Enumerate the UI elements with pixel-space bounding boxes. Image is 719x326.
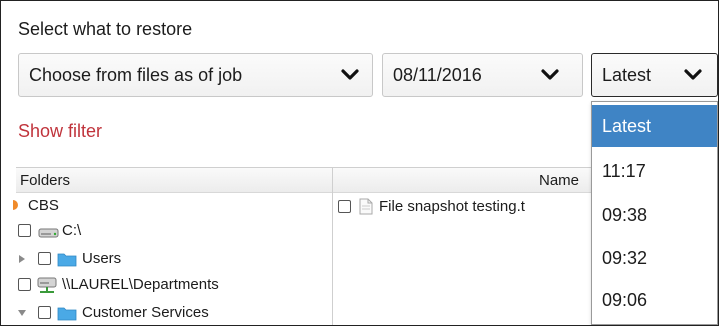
date-value: 08/11/2016 [393,65,482,85]
name-column-header[interactable]: Name [333,168,633,193]
file-name: File snapshot testing.t [379,198,525,215]
time-option-1117[interactable]: 11:17 [592,150,717,192]
restore-mode-value: Choose from files as of job [29,65,243,85]
tree-item-label: \\LAUREL\Departments [62,276,219,293]
tree-item-label: Users [82,250,122,267]
restore-mode-select[interactable]: Choose from files as of job [18,53,373,97]
time-option-label: 09:38 [602,205,648,225]
folders-column-header[interactable]: Folders [16,168,332,193]
folder-icon [57,253,77,267]
tree-item-customer-services[interactable]: Customer Services [16,302,316,324]
tree-item-label: C:\ [62,222,82,239]
status-dot-icon [13,200,18,210]
file-row[interactable]: File snapshot testing.t [333,196,633,218]
customer-services-checkbox[interactable] [38,306,51,319]
tree-item-label: CBS [28,197,59,214]
collapse-arrow-icon[interactable] [17,309,27,317]
tree-item-drive-c[interactable]: C:\ [16,220,316,242]
chevron-down-icon [541,69,559,80]
folder-icon [57,307,77,321]
time-option-latest[interactable]: Latest [592,105,717,147]
time-option-0938[interactable]: 09:38 [592,194,717,236]
panel-title: Select what to restore [18,19,193,39]
time-option-0932[interactable]: 09:32 [592,237,717,279]
tree-item-users[interactable]: Users [16,248,316,270]
time-dropdown-list: Latest 11:17 09:38 09:32 09:06 [591,101,718,325]
file-checkbox[interactable] [338,200,351,213]
users-checkbox[interactable] [38,252,51,265]
files-pane: Name File snapshot testing.t [333,167,633,325]
tree-item-network-share[interactable]: \\LAUREL\Departments [16,274,332,296]
document-icon [359,198,373,215]
chevron-down-icon [341,69,359,80]
tree-item-label: Customer Services [82,304,209,321]
time-select[interactable]: Latest [591,53,718,97]
date-select[interactable]: 08/11/2016 [382,53,583,97]
expand-arrow-icon[interactable] [18,254,26,264]
restore-panel: Select what to restore Choose from files… [0,0,719,326]
folders-header-label: Folders [20,172,71,189]
time-option-0906[interactable]: 09:06 [592,279,717,321]
time-option-label: 09:32 [602,248,648,268]
time-value: Latest [602,65,652,85]
time-option-label: 09:06 [602,290,648,310]
hard-drive-icon [38,228,59,238]
tree-item-cbs[interactable]: CBS [13,196,316,216]
folders-pane: Folders CBS C:\ Users \\LAUREL\Departmen… [13,167,333,325]
time-option-label: 11:17 [602,161,646,181]
network-share-checkbox[interactable] [18,278,31,291]
show-filter-link[interactable]: Show filter [18,121,102,142]
name-header-label: Name [539,172,580,189]
network-drive-icon [37,277,57,293]
chevron-down-icon [684,69,702,80]
time-option-label: Latest [602,116,652,136]
drive-c-checkbox[interactable] [18,224,31,237]
